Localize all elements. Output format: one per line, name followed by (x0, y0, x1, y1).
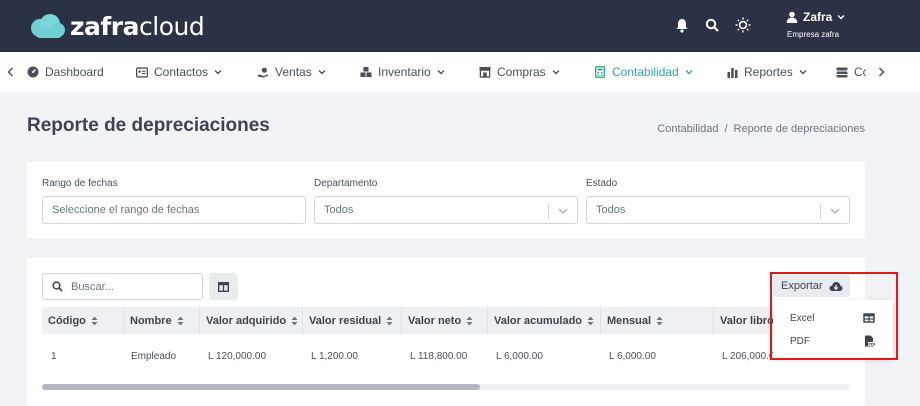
cell-valor-residual: L 1,200.00 (311, 351, 358, 362)
nav-label: Reportes (744, 65, 793, 79)
export-highlight-box (770, 272, 898, 360)
nav-item-configuracion[interactable]: Cc (836, 52, 866, 92)
sort-icon (656, 316, 663, 325)
select-divider (548, 203, 549, 219)
columns-icon (218, 281, 229, 292)
sort-icon (386, 316, 393, 325)
chevron-down-icon (214, 70, 222, 75)
search-placeholder: Buscar... (71, 280, 114, 293)
column-header-mensual[interactable]: Mensual (601, 307, 714, 334)
chevron-down-icon (552, 70, 560, 75)
nav-label: Compras (497, 65, 546, 79)
inventory-icon (360, 66, 372, 78)
nav-label: Contabilidad (612, 65, 679, 79)
nav-item-dashboard[interactable]: Dashboard (27, 52, 104, 92)
sort-icon (291, 316, 298, 325)
column-header-nombre[interactable]: Nombre (124, 307, 200, 334)
sort-icon (91, 316, 98, 325)
table-header: Código Nombre Valor adquirido Valor resi… (42, 307, 850, 334)
chevron-down-icon[interactable] (557, 205, 569, 217)
nav-scroll-left-icon[interactable] (5, 64, 15, 80)
config-icon (836, 66, 848, 78)
depreciation-table: Código Nombre Valor adquirido Valor resi… (42, 307, 850, 385)
user-name: Zafra (803, 10, 833, 24)
scrollbar-thumb[interactable] (42, 384, 480, 390)
column-header-valor-adquirido[interactable]: Valor adquirido (200, 307, 303, 334)
sales-icon (257, 66, 269, 78)
nav-scroll-right-icon[interactable] (876, 64, 886, 80)
column-header-valor-residual[interactable]: Valor residual (303, 307, 402, 334)
cell-valor-neto: L 118,800.00 (410, 351, 468, 362)
nav-label: Contactos (154, 65, 209, 79)
nav-item-inventario[interactable]: Inventario (360, 52, 445, 92)
nav-label: Dashboard (45, 65, 104, 79)
cell-nombre: Empleado (131, 351, 177, 362)
breadcrumb-item-contabilidad[interactable]: Contabilidad (657, 123, 718, 135)
cell-mensual: L 6,000.00 (609, 351, 656, 362)
page-title: Reporte de depreciaciones (27, 115, 270, 136)
department-value: Todos (324, 204, 354, 216)
chevron-down-icon (685, 70, 693, 75)
chevron-down-icon (799, 70, 807, 75)
nav-item-ventas[interactable]: Ventas (257, 52, 326, 92)
nav-item-compras[interactable]: Compras (479, 52, 560, 92)
cloud-logo-icon (31, 14, 65, 38)
sort-icon (177, 316, 184, 325)
date-range-label: Rango de fechas (42, 178, 118, 189)
breadcrumb-separator: / (724, 123, 728, 135)
sort-icon (587, 316, 594, 325)
status-select[interactable]: Todos (586, 196, 850, 224)
date-range-placeholder: Seleccione el rango de fechas (52, 204, 200, 216)
nav-item-contactos[interactable]: Contactos (136, 52, 222, 92)
sun-icon[interactable] (733, 15, 753, 35)
sort-icon (466, 316, 473, 325)
column-header-codigo[interactable]: Código (42, 307, 124, 334)
contacts-icon (136, 66, 148, 78)
main-nav: Dashboard Contactos Ventas Inventario Co… (0, 52, 920, 92)
bell-icon[interactable] (672, 15, 692, 35)
search-input[interactable]: Buscar... (42, 273, 203, 300)
search-icon (43, 281, 71, 292)
nav-label: Cc (854, 65, 866, 79)
dashboard-icon (27, 66, 39, 78)
column-header-valor-neto[interactable]: Valor neto (402, 307, 488, 334)
store-icon (479, 66, 491, 78)
nav-item-contabilidad[interactable]: Contabilidad (594, 52, 693, 92)
top-bar: zafracloud Zafra Empresa zafra (0, 0, 920, 52)
user-menu[interactable]: Zafra Empresa zafra (786, 10, 856, 39)
nav-label: Inventario (378, 65, 431, 79)
chevron-down-icon (318, 70, 326, 75)
status-value: Todos (596, 204, 626, 216)
accounting-icon (594, 66, 606, 78)
status-label: Estado (586, 178, 618, 189)
breadcrumb-item-current: Reporte de depreciaciones (733, 123, 865, 135)
cell-valor-adquirido: L 120,000.00 (208, 351, 267, 362)
cell-codigo: 1 (51, 351, 57, 362)
reports-icon (726, 66, 738, 78)
user-icon (786, 11, 798, 23)
zafracloud-logo[interactable]: zafracloud (28, 10, 205, 42)
column-header-valor-acumulado[interactable]: Valor acumulado (488, 307, 601, 334)
department-label: Departamento (314, 178, 378, 189)
search-icon[interactable] (702, 15, 722, 35)
nav-item-reportes[interactable]: Reportes (726, 52, 807, 92)
cell-valor-acumulado: L 6,000.00 (496, 351, 543, 362)
chevron-down-icon (437, 70, 445, 75)
company-name: Empresa zafra (787, 30, 840, 39)
horizontal-scrollbar[interactable] (42, 384, 850, 390)
chevron-down-icon[interactable] (829, 205, 841, 217)
select-divider (820, 203, 821, 219)
logo-text: zafracloud (70, 11, 205, 41)
breadcrumb: Contabilidad / Reporte de depreciaciones (657, 123, 865, 135)
chevron-down-icon (837, 15, 845, 20)
date-range-input[interactable]: Seleccione el rango de fechas (42, 196, 306, 224)
nav-label: Ventas (275, 65, 312, 79)
columns-toggle-button[interactable] (209, 273, 238, 300)
department-select[interactable]: Todos (314, 196, 578, 224)
